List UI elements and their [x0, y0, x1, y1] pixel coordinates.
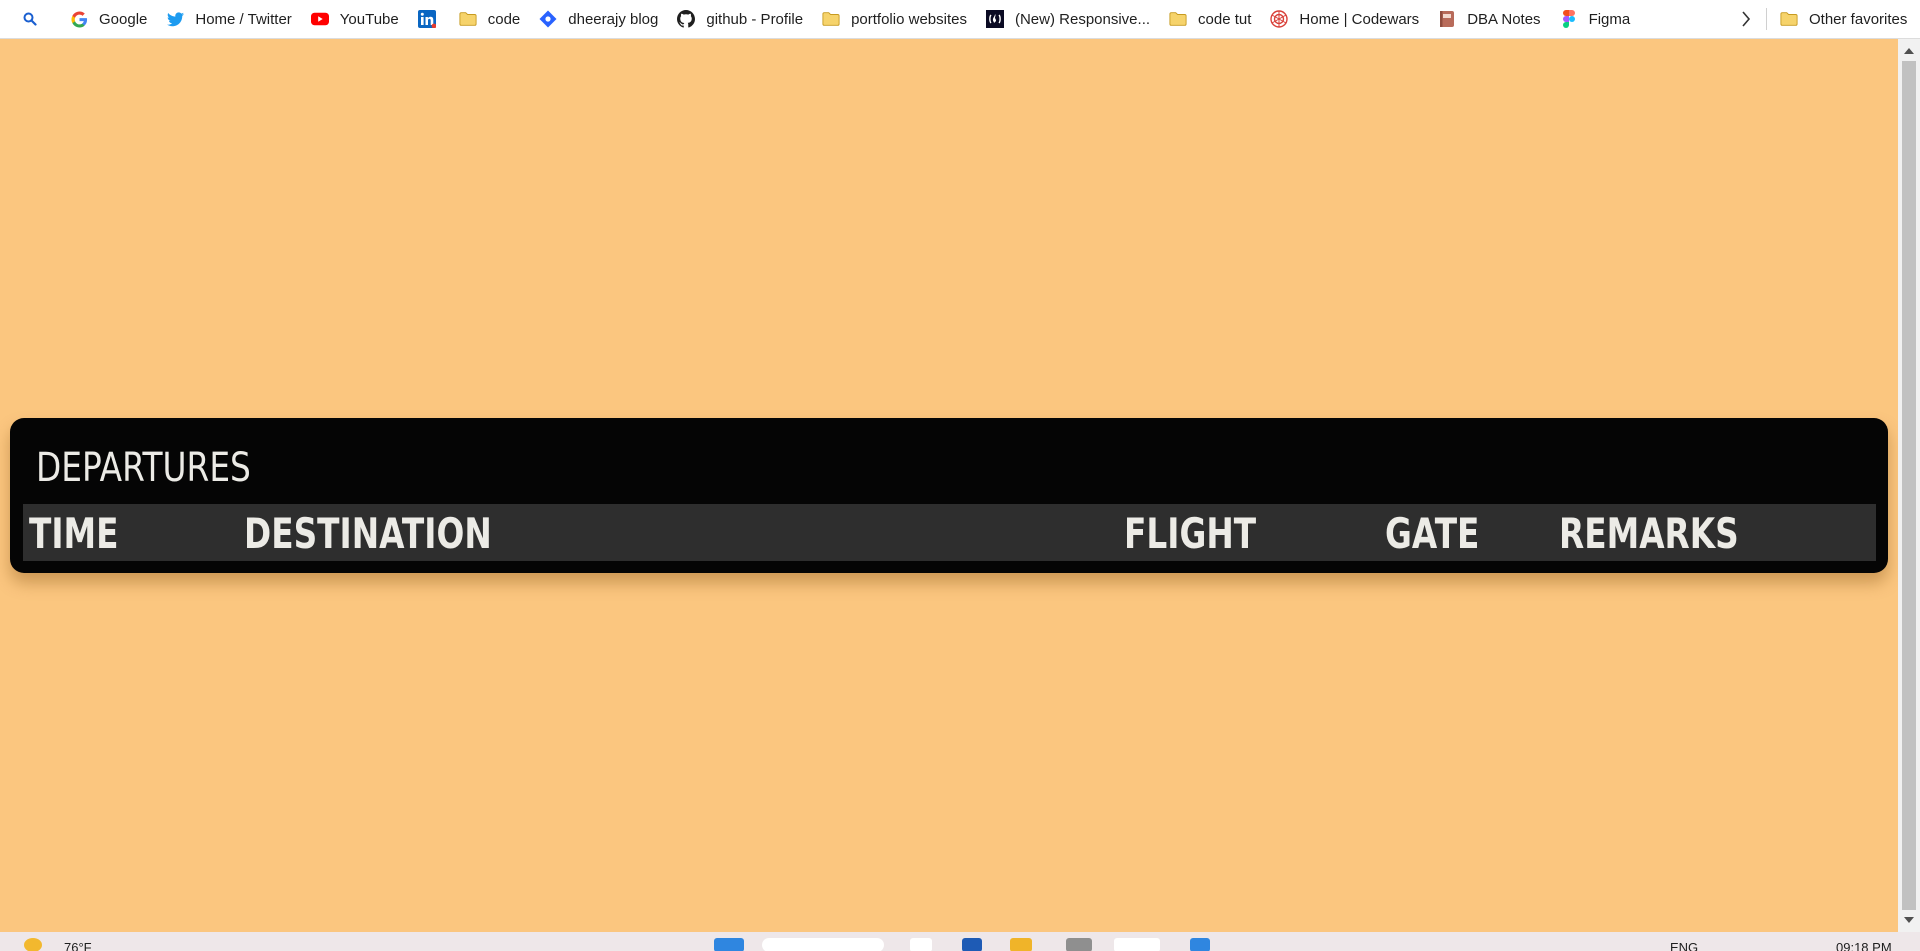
search-icon[interactable] — [18, 7, 42, 31]
folder-icon — [1780, 10, 1798, 28]
vertical-scrollbar[interactable] — [1898, 39, 1920, 932]
github-icon — [677, 10, 696, 28]
bookmark-dheerajy-blog[interactable]: dheerajy blog — [533, 3, 665, 35]
folder-icon — [1169, 10, 1187, 28]
freecodecamp-icon — [985, 10, 1004, 28]
column-header-time: TIME — [29, 509, 119, 558]
page-content: DEPARTURES TIME DESTINATION FLIGHT GATE … — [0, 39, 1898, 932]
google-icon — [70, 10, 88, 28]
notebook-icon — [1438, 10, 1456, 28]
bookmark-dba-notes[interactable]: DBA Notes — [1432, 3, 1547, 35]
bookmark-label: Other favorites — [1809, 10, 1908, 28]
task-view-icon[interactable] — [910, 938, 932, 951]
weather-temperature[interactable]: 76°F — [64, 940, 92, 951]
bookmark-label: (New) Responsive... — [1014, 10, 1151, 28]
bookmark-linkedin[interactable] — [412, 3, 447, 35]
bookmark-other-favorites[interactable]: Other favorites — [1774, 3, 1914, 35]
bookmark-label: dheerajy blog — [568, 10, 659, 28]
twitter-icon — [166, 10, 184, 28]
windows-start-icon[interactable] — [714, 938, 744, 951]
taskbar-search-box[interactable] — [762, 938, 884, 951]
youtube-icon — [310, 10, 329, 28]
edge-browser-icon[interactable] — [962, 938, 982, 951]
bookmark-label: code tut — [1198, 10, 1252, 28]
bookmark-label: DBA Notes — [1467, 10, 1541, 28]
bookmark-google[interactable]: Google — [64, 3, 154, 35]
bookmark-folder-code[interactable]: code — [453, 3, 528, 35]
board-title: DEPARTURES — [36, 445, 251, 491]
column-header-destination: DESTINATION — [244, 509, 492, 558]
bookmarks-divider — [1766, 8, 1767, 30]
bookmark-youtube[interactable]: YouTube — [305, 3, 406, 35]
bookmark-label: code — [487, 10, 521, 28]
bookmark-folder-code-tut[interactable]: code tut — [1163, 3, 1258, 35]
bookmark-label: Figma — [1588, 10, 1631, 28]
app-icon[interactable] — [1066, 938, 1092, 951]
bookmark-label: Home | Codewars — [1299, 10, 1420, 28]
column-header-flight: FLIGHT — [1124, 509, 1257, 558]
bookmarks-bar: Google Home / Twitter YouTube code dheer… — [0, 0, 1920, 39]
active-app-icon[interactable] — [1114, 938, 1160, 951]
bookmark-folder-portfolio[interactable]: portfolio websites — [816, 3, 974, 35]
scroll-down-arrow-icon[interactable] — [1898, 910, 1920, 930]
scroll-up-arrow-icon[interactable] — [1898, 41, 1920, 61]
scrollbar-thumb[interactable] — [1902, 61, 1916, 910]
linkedin-icon — [417, 10, 436, 28]
weather-icon — [24, 938, 42, 951]
bookmark-label: github - Profile — [706, 10, 804, 28]
taskbar: 76°F ENG 09:18 PM — [0, 932, 1920, 951]
language-indicator[interactable]: ENG — [1670, 940, 1698, 951]
bookmark-github[interactable]: github - Profile — [671, 3, 810, 35]
vscode-icon[interactable] — [1190, 938, 1210, 951]
folder-icon — [822, 10, 840, 28]
system-clock[interactable]: 09:18 PM — [1836, 940, 1892, 951]
bookmark-label: Google — [99, 10, 148, 28]
bookmark-codewars[interactable]: Home | Codewars — [1264, 3, 1426, 35]
codewars-icon — [1270, 10, 1289, 28]
bookmark-label: portfolio websites — [851, 10, 967, 28]
bookmark-freecodecamp[interactable]: (New) Responsive... — [980, 3, 1157, 35]
column-header-remarks: REMARKS — [1559, 509, 1739, 558]
bookmark-figma[interactable]: Figma — [1554, 3, 1638, 35]
chevron-right-icon[interactable] — [1733, 6, 1759, 32]
hashnode-icon — [539, 10, 557, 28]
figma-icon — [1560, 10, 1578, 28]
table-header-row: TIME DESTINATION FLIGHT GATE REMARKS — [23, 504, 1876, 561]
bookmark-twitter[interactable]: Home / Twitter — [160, 3, 298, 35]
column-header-gate: GATE — [1385, 509, 1480, 558]
file-explorer-icon[interactable] — [1010, 938, 1032, 951]
bookmark-label: YouTube — [339, 10, 399, 28]
departures-board: DEPARTURES TIME DESTINATION FLIGHT GATE … — [10, 418, 1888, 573]
folder-icon — [459, 10, 477, 28]
bookmark-label: Home / Twitter — [195, 10, 292, 28]
